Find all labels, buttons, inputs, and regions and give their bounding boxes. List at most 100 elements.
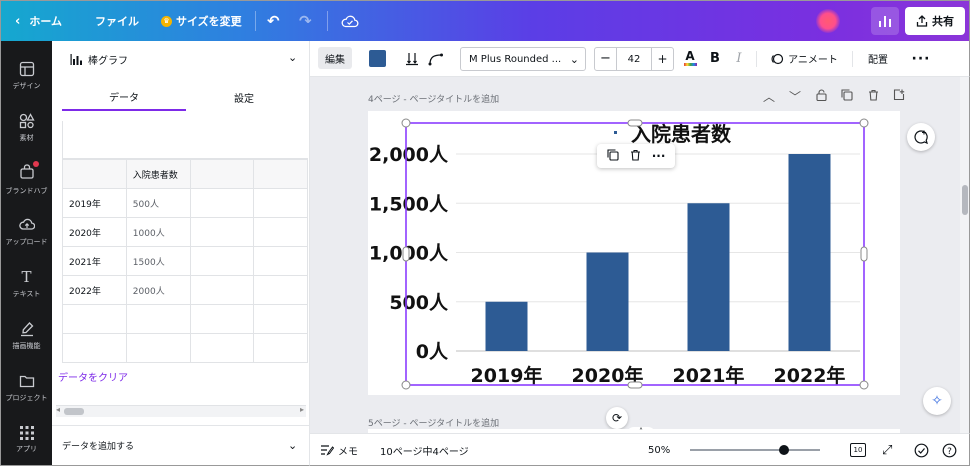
table-cell[interactable] <box>253 246 308 276</box>
table-cell[interactable]: 2020年 <box>62 217 127 247</box>
resize-handle[interactable] <box>859 118 869 128</box>
zoom-slider-knob[interactable] <box>778 445 789 455</box>
rail-item-brand-hub[interactable]: ブランドハブ <box>1 155 52 205</box>
scrollbar-thumb[interactable] <box>64 408 84 415</box>
table-cell[interactable]: 1500人 <box>125 246 191 276</box>
table-cell[interactable] <box>189 333 255 363</box>
add-comment-button[interactable] <box>907 123 935 151</box>
table-cell[interactable] <box>253 333 308 363</box>
table-cell[interactable] <box>125 333 191 363</box>
bar[interactable] <box>485 301 528 351</box>
bold-button[interactable]: B <box>708 41 722 76</box>
share-button[interactable]: 共有 <box>905 7 965 35</box>
duplicate-page-icon[interactable] <box>834 88 860 104</box>
position-button[interactable]: 配置 <box>862 41 894 76</box>
page-count[interactable]: 10ページ中4ページ <box>380 434 469 466</box>
zoom-level[interactable]: 50% <box>648 434 670 466</box>
chart-title[interactable]: 入院患者数 <box>631 122 732 146</box>
trash-icon[interactable] <box>630 149 641 164</box>
resize-handle[interactable] <box>401 118 411 128</box>
table-cell[interactable]: 2000人 <box>125 275 191 305</box>
table-cell[interactable] <box>253 304 308 334</box>
add-page-icon[interactable] <box>886 88 912 104</box>
bar[interactable] <box>586 252 629 352</box>
insights-button[interactable] <box>871 7 899 35</box>
rail-item-design[interactable]: デザイン <box>1 51 52 101</box>
clear-data-link[interactable]: データをクリア <box>58 369 128 384</box>
resize-handle[interactable] <box>859 380 869 390</box>
increase-font-button[interactable]: + <box>651 48 673 70</box>
rail-item-draw[interactable]: 描画機能 <box>1 311 52 361</box>
canvas-vertical-scrollbar[interactable] <box>960 77 970 433</box>
edit-button[interactable]: 編集 <box>318 47 352 69</box>
more-options-button[interactable]: ··· <box>910 41 932 76</box>
italic-button[interactable]: I <box>732 41 746 76</box>
rail-item-apps[interactable]: アプリ <box>1 415 52 465</box>
bar[interactable] <box>687 203 730 351</box>
scrollbar-thumb[interactable] <box>962 185 968 215</box>
table-cell[interactable] <box>62 304 127 334</box>
more-icon[interactable]: ··· <box>652 149 666 163</box>
notes-button[interactable]: メモ <box>320 434 358 466</box>
resize-handle[interactable] <box>627 381 643 389</box>
file-menu[interactable]: ファイル <box>95 1 139 41</box>
undo-button[interactable]: ↶ <box>267 1 280 41</box>
table-cell[interactable]: 2022年 <box>62 275 127 305</box>
redo-button[interactable]: ↷ <box>299 1 312 41</box>
tab-settings[interactable]: 設定 <box>186 83 302 111</box>
table-cell[interactable] <box>189 217 255 247</box>
page-grid-button[interactable]: 10 <box>850 434 866 466</box>
table-cell[interactable]: 2019年 <box>62 188 127 218</box>
trash-icon[interactable] <box>860 89 886 104</box>
table-cell[interactable] <box>189 275 255 305</box>
check-button[interactable] <box>914 434 929 466</box>
cloud-save-status[interactable] <box>341 1 359 41</box>
spacing-button[interactable] <box>402 41 422 76</box>
scroll-right-icon[interactable]: ▸ <box>300 405 304 414</box>
table-cell[interactable] <box>253 217 308 247</box>
table-cell[interactable]: 1000人 <box>125 217 191 247</box>
table-cell[interactable] <box>253 188 308 218</box>
table-cell[interactable] <box>62 333 127 363</box>
help-button[interactable]: ? <box>942 434 957 466</box>
chart-type-selector[interactable]: 棒グラフ ⌄ <box>52 41 310 77</box>
home-button[interactable]: ‹ ホーム <box>15 1 62 41</box>
scroll-left-icon[interactable]: ◂ <box>56 405 60 414</box>
table-cell[interactable] <box>125 304 191 334</box>
chevron-up-icon[interactable]: ︿ <box>756 88 782 105</box>
table-cell[interactable] <box>189 188 255 218</box>
duplicate-icon[interactable] <box>606 148 619 164</box>
zoom-slider[interactable] <box>690 445 820 455</box>
resize-handle[interactable] <box>860 246 868 262</box>
rail-item-upload[interactable]: アップロード <box>1 207 52 257</box>
font-size-stepper[interactable]: − 42 + <box>594 47 674 71</box>
table-cell[interactable] <box>189 159 255 189</box>
table-cell[interactable]: 500人 <box>125 188 191 218</box>
decrease-font-button[interactable]: − <box>595 48 617 70</box>
chevron-down-icon[interactable]: ﹀ <box>782 88 808 105</box>
line-style-button[interactable] <box>426 41 446 76</box>
magic-assistant-button[interactable]: ✧ <box>923 387 951 415</box>
animate-button[interactable]: アニメート <box>766 41 842 76</box>
table-cell[interactable] <box>62 159 127 189</box>
bar[interactable] <box>788 154 831 351</box>
rail-item-projects[interactable]: プロジェクト <box>1 363 52 413</box>
table-horizontal-scrollbar[interactable]: ◂ ▸ <box>56 405 306 417</box>
table-cell[interactable] <box>189 246 255 276</box>
design-page[interactable]: 0人500人1,000人1,500人2,000人 2019年2020年2021年… <box>368 111 900 395</box>
fullscreen-button[interactable]: ⤢ <box>882 434 892 466</box>
resize-handle[interactable] <box>402 246 410 262</box>
text-color-button[interactable]: A <box>682 41 698 76</box>
resize-handle[interactable] <box>627 119 643 127</box>
resize-button[interactable]: ♛ サイズを変更 <box>161 1 242 41</box>
table-cell[interactable] <box>253 159 308 189</box>
rail-item-text[interactable]: T テキスト <box>1 259 52 309</box>
table-cell[interactable]: 2021年 <box>62 246 127 276</box>
add-data-section[interactable]: データを追加する ⌄ <box>52 425 310 465</box>
lock-icon[interactable] <box>808 88 834 104</box>
resize-handle[interactable] <box>401 380 411 390</box>
font-size-value[interactable]: 42 <box>628 54 641 65</box>
tab-data[interactable]: データ <box>62 83 186 111</box>
rail-item-elements[interactable]: 素材 <box>1 103 52 153</box>
table-header-cell[interactable]: 入院患者数 <box>125 159 191 189</box>
